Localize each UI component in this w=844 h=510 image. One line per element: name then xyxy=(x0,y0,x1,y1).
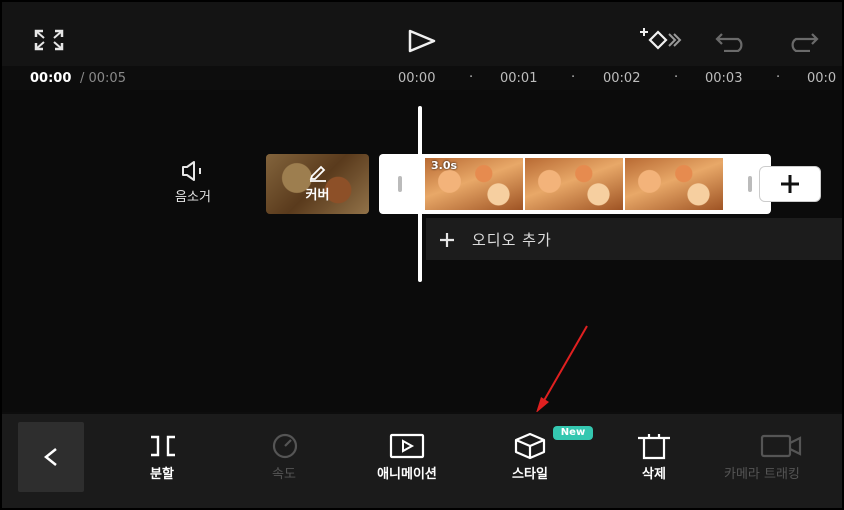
undo-icon[interactable] xyxy=(714,30,748,52)
split-button[interactable]: 분할 xyxy=(112,414,212,508)
edit-pen-icon xyxy=(309,165,326,182)
ruler-tick: 00:01 xyxy=(500,71,538,86)
camera-tracking-label: 카메라 트래킹 xyxy=(724,467,800,482)
video-clip[interactable]: 3.0s xyxy=(379,154,771,214)
mute-button[interactable]: 음소거 xyxy=(162,160,224,205)
total-time: / 00:05 xyxy=(80,71,126,86)
split-label: 분할 xyxy=(150,467,174,482)
animation-icon xyxy=(389,433,425,459)
chevron-left-icon xyxy=(43,448,57,466)
add-clip-button[interactable] xyxy=(759,166,821,202)
play-icon[interactable] xyxy=(406,28,438,54)
split-icon xyxy=(151,435,175,457)
mute-label: 음소거 xyxy=(175,190,211,205)
new-badge: New xyxy=(553,426,593,440)
style-icon xyxy=(514,432,546,460)
clip-frames xyxy=(425,158,725,210)
back-button[interactable] xyxy=(18,422,84,492)
ruler-tick: 00:00 xyxy=(398,71,436,86)
time-ruler[interactable]: 00:00 / 00:05 00:00 · 00:01 · 00:02 · 00… xyxy=(2,66,842,90)
timeline-area[interactable]: 음소거 커버 3.0s 오디오 추가 xyxy=(2,90,842,412)
bottom-toolbar: 분할 속도 애니메이션 스타일 New 삭제 카메라 트래킹 xyxy=(2,414,842,508)
delete-icon xyxy=(638,434,670,460)
ruler-tick: 00:0 xyxy=(807,71,837,86)
fullscreen-icon[interactable] xyxy=(34,29,64,51)
add-audio-label: 오디오 추가 xyxy=(472,231,552,249)
ruler-dot: · xyxy=(776,70,781,85)
ruler-dot: · xyxy=(469,70,474,85)
speaker-icon xyxy=(182,161,201,181)
redo-icon[interactable] xyxy=(786,30,820,52)
ruler-dot: · xyxy=(674,70,679,85)
current-time: 00:00 xyxy=(30,71,72,86)
ruler-dot: · xyxy=(571,70,576,85)
style-label: 스타일 xyxy=(512,467,548,482)
plus-icon xyxy=(781,175,799,193)
cover-thumbnail[interactable]: 커버 xyxy=(266,154,369,214)
speed-label: 속도 xyxy=(272,467,296,482)
camera-tracking-button[interactable]: 카메라 트래킹 xyxy=(722,414,842,508)
clip-frame xyxy=(525,158,625,210)
ruler-tick: 00:03 xyxy=(705,71,743,86)
delete-button[interactable]: 삭제 xyxy=(604,414,704,508)
playhead[interactable] xyxy=(418,106,422,282)
clip-trim-handle-left[interactable] xyxy=(398,176,402,192)
animation-button[interactable]: 애니메이션 xyxy=(357,414,457,508)
top-toolbar xyxy=(2,2,842,66)
cover-label: 커버 xyxy=(305,188,330,203)
clip-trim-handle-right[interactable] xyxy=(748,176,752,192)
animation-label: 애니메이션 xyxy=(377,467,437,482)
delete-label: 삭제 xyxy=(642,467,666,482)
ruler-tick: 00:02 xyxy=(603,71,641,86)
speed-button[interactable]: 속도 xyxy=(234,414,334,508)
add-audio-track[interactable]: 오디오 추가 xyxy=(426,218,842,260)
clip-frame xyxy=(625,158,725,210)
camera-tracking-icon xyxy=(760,434,802,458)
editor-screen: 00:00 / 00:05 00:00 · 00:01 · 00:02 · 00… xyxy=(0,0,844,510)
clip-duration: 3.0s xyxy=(431,159,458,172)
plus-icon xyxy=(440,233,454,247)
keyframe-add-icon[interactable] xyxy=(638,26,682,54)
speed-icon xyxy=(272,433,298,459)
